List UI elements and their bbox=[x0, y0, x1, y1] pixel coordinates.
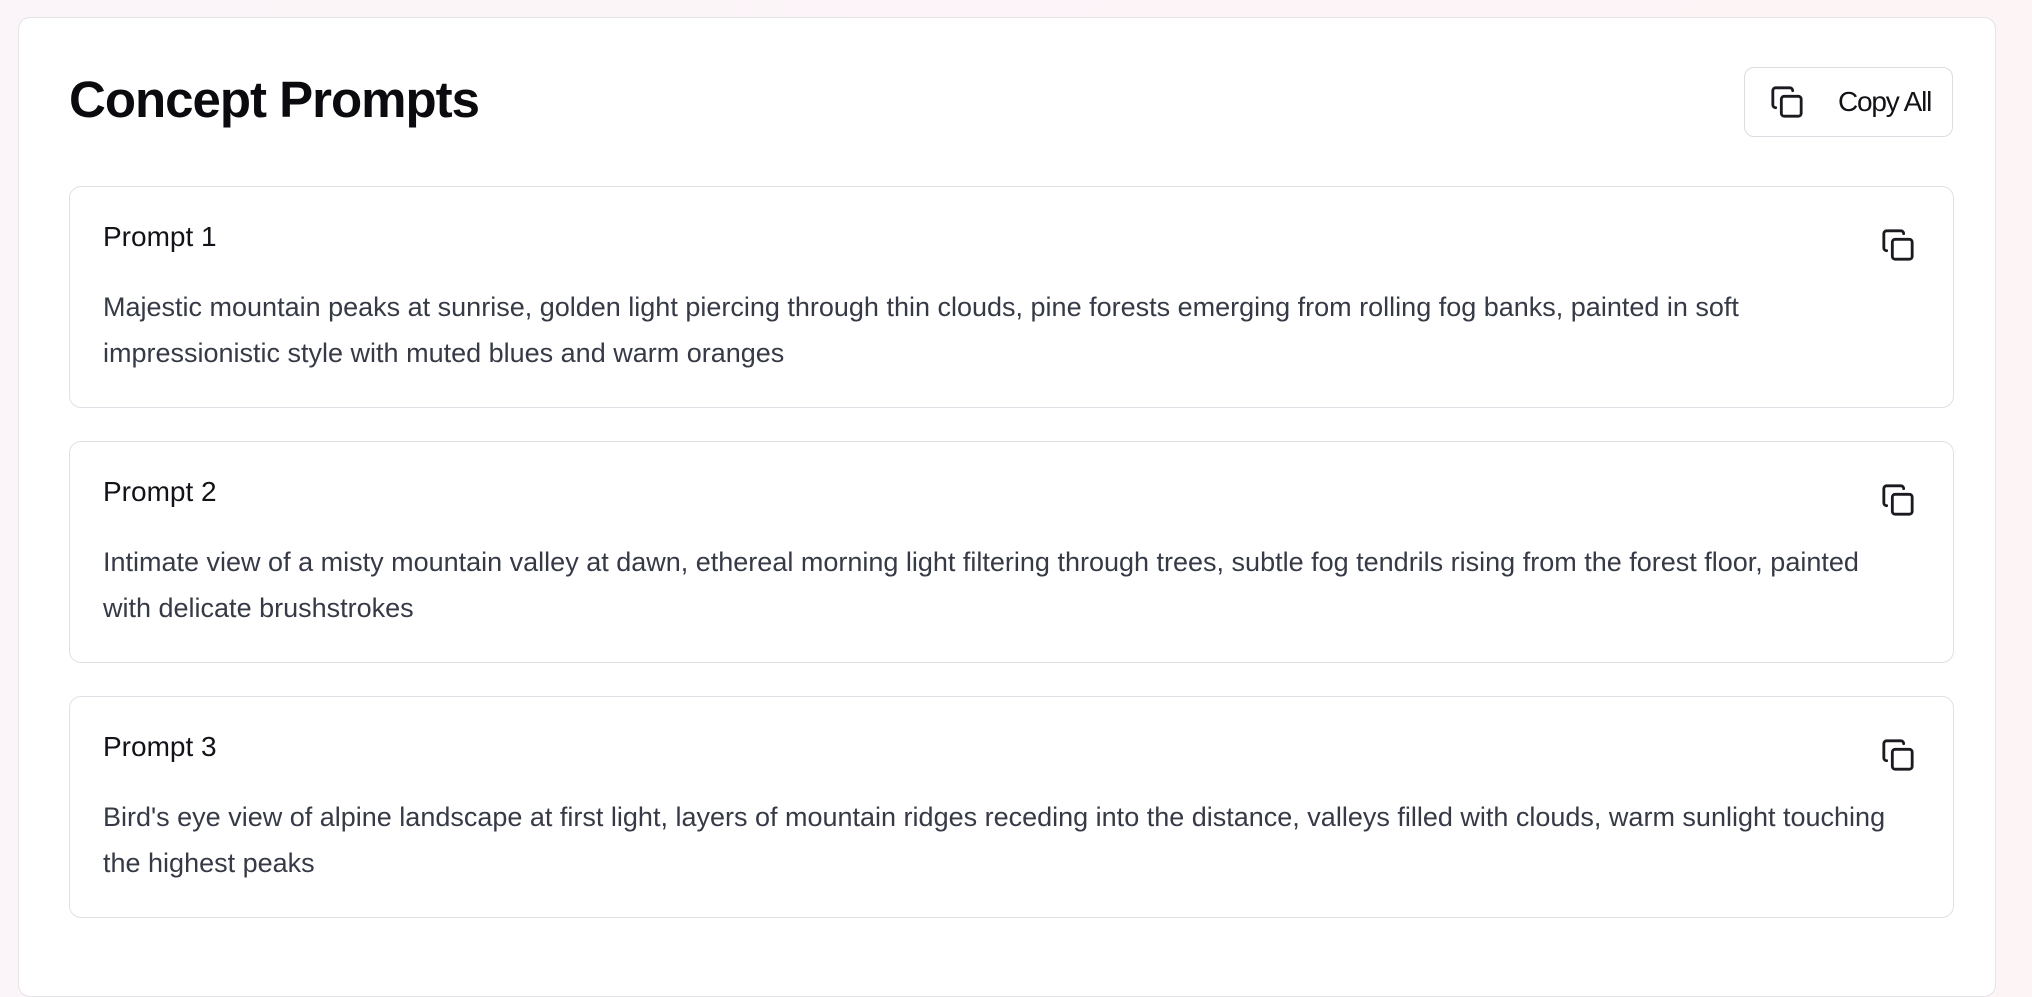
prompt-title: Prompt 1 bbox=[103, 221, 217, 252]
prompt-card: Prompt 2 Intimate view of a misty mounta… bbox=[69, 441, 1954, 663]
copy-prompt-button[interactable] bbox=[1879, 736, 1917, 774]
copy-icon bbox=[1881, 738, 1915, 772]
copy-prompt-button[interactable] bbox=[1879, 226, 1917, 264]
prompt-title: Prompt 3 bbox=[103, 731, 217, 762]
copy-icon bbox=[1770, 85, 1804, 119]
page-title: Concept Prompts bbox=[69, 71, 480, 128]
copy-all-label: Copy All bbox=[1838, 86, 1932, 117]
prompt-card: Prompt 3 Bird's eye view of alpine lands… bbox=[69, 696, 1954, 918]
copy-icon bbox=[1881, 228, 1915, 262]
copy-icon bbox=[1881, 483, 1915, 517]
prompt-card: Prompt 1 Majestic mountain peaks at sunr… bbox=[69, 186, 1954, 408]
concept-prompts-panel: Concept Prompts Copy All Prompt 1 Majest… bbox=[18, 17, 1996, 997]
prompt-text: Majestic mountain peaks at sunrise, gold… bbox=[103, 292, 1739, 368]
copy-all-button[interactable]: Copy All bbox=[1744, 67, 1953, 137]
prompt-text: Intimate view of a misty mountain valley… bbox=[103, 547, 1859, 623]
copy-prompt-button[interactable] bbox=[1879, 481, 1917, 519]
prompt-text: Bird's eye view of alpine landscape at f… bbox=[103, 802, 1886, 878]
prompt-title: Prompt 2 bbox=[103, 476, 217, 507]
